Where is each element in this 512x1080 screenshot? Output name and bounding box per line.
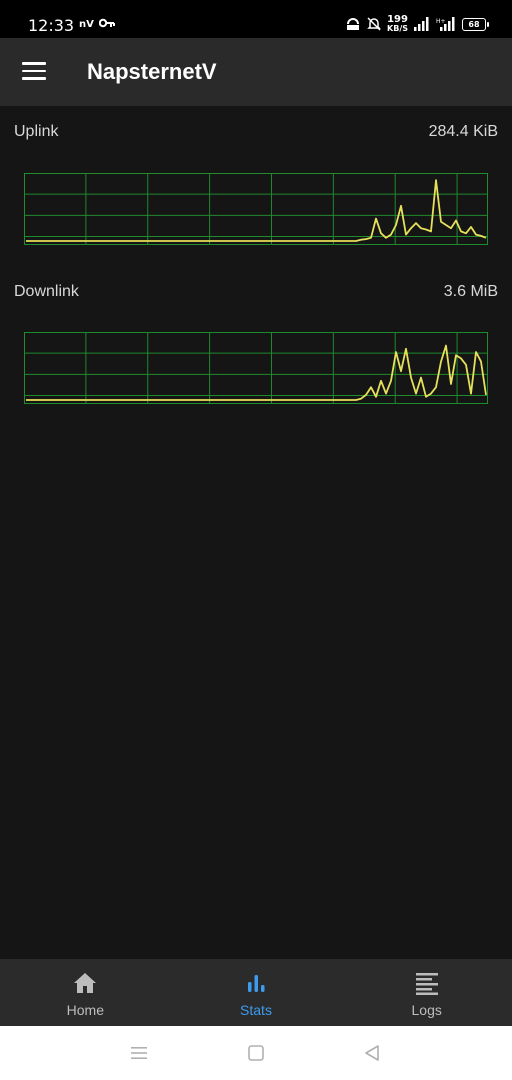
status-bar: 12:33 nV 199 KB/S H+ 68 [0, 0, 512, 38]
downlink-value: 3.6 MiB [443, 283, 498, 300]
uplink-series-line [26, 179, 487, 242]
nav-logs[interactable]: Logs [341, 959, 512, 1026]
nav-logs-label: Logs [411, 1002, 442, 1018]
nv-indicator: nV [79, 19, 94, 30]
vpn-icon [347, 18, 360, 30]
mute-icon [367, 17, 381, 31]
nav-stats[interactable]: Stats [171, 959, 342, 1026]
status-time: 12:33 [28, 16, 75, 35]
home-icon [74, 973, 97, 993]
status-right-icons: 199 KB/S H+ 68 [345, 14, 489, 34]
recents-icon[interactable] [129, 1044, 149, 1062]
nav-home-label: Home [66, 1002, 105, 1018]
hamburger-menu-icon[interactable] [22, 62, 46, 80]
signal-hplus-icon: H+ [436, 17, 455, 31]
net-speed-unit: KB/S [387, 24, 408, 33]
signal-icon [414, 17, 429, 31]
system-navigation-bar [0, 1026, 512, 1080]
bottom-navigation: Home Stats Logs [0, 959, 512, 1026]
downlink-label: Downlink [14, 283, 79, 300]
uplink-graph-frame [24, 173, 488, 245]
battery-icon: 68 [462, 17, 489, 31]
net-speed: 199 KB/S [387, 15, 408, 33]
downlink-series-line [26, 344, 487, 401]
downlink-graph [24, 332, 488, 404]
home-square-icon[interactable] [246, 1044, 266, 1062]
key-icon [99, 18, 115, 28]
app-title: NapsternetV [87, 59, 217, 84]
nav-stats-label: Stats [240, 1002, 272, 1018]
stats-icon [248, 975, 265, 992]
logs-icon [415, 973, 438, 995]
downlink-graph-frame [24, 332, 488, 404]
back-icon[interactable] [362, 1044, 382, 1062]
uplink-graph [24, 173, 488, 245]
svg-text:H+: H+ [436, 18, 446, 25]
nav-home[interactable]: Home [0, 959, 171, 1026]
uplink-label: Uplink [14, 123, 59, 140]
app-bar: NapsternetV [0, 38, 512, 106]
uplink-value: 284.4 KiB [428, 123, 498, 140]
